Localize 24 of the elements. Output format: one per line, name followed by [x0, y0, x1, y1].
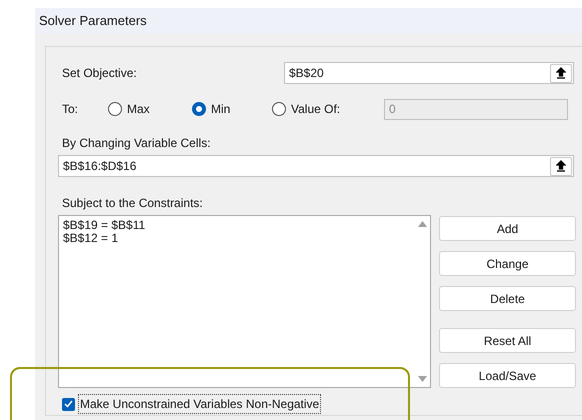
- constraint-item[interactable]: $B$12 = 1: [63, 232, 118, 245]
- changing-cells-label: By Changing Variable Cells:: [61, 135, 211, 152]
- constraints-list[interactable]: $B$19 = $B$11 $B$12 = 1: [58, 215, 431, 388]
- window-title: Solver Parameters: [39, 12, 147, 30]
- collapse-button[interactable]: [550, 64, 572, 82]
- objective-label: Set Objective:: [61, 65, 138, 82]
- objective-radio[interactable]: Value Of:: [272, 100, 384, 118]
- upload-arrow-icon: [556, 160, 566, 172]
- objective-radio[interactable]: Min: [192, 100, 272, 118]
- action-button[interactable]: Reset All: [439, 328, 576, 353]
- action-button[interactable]: Load/Save: [439, 363, 576, 388]
- collapse-button[interactable]: [550, 156, 572, 176]
- to-label: To:: [61, 101, 80, 118]
- objective-radio[interactable]: Max: [108, 100, 192, 118]
- objective-field[interactable]: $B$20: [284, 62, 574, 84]
- constraints-label: Subject to the Constraints:: [61, 195, 203, 212]
- action-button[interactable]: Delete: [439, 286, 576, 311]
- scroll-down-icon: [418, 376, 426, 382]
- changing-cells-field[interactable]: $B$16:$D$16: [58, 155, 574, 177]
- constraint-item[interactable]: $B$19 = $B$11: [63, 219, 146, 232]
- upload-arrow-icon: [556, 67, 566, 79]
- action-button[interactable]: Change: [439, 251, 576, 276]
- scroll-up-icon: [418, 221, 426, 227]
- action-button[interactable]: Add: [439, 216, 576, 241]
